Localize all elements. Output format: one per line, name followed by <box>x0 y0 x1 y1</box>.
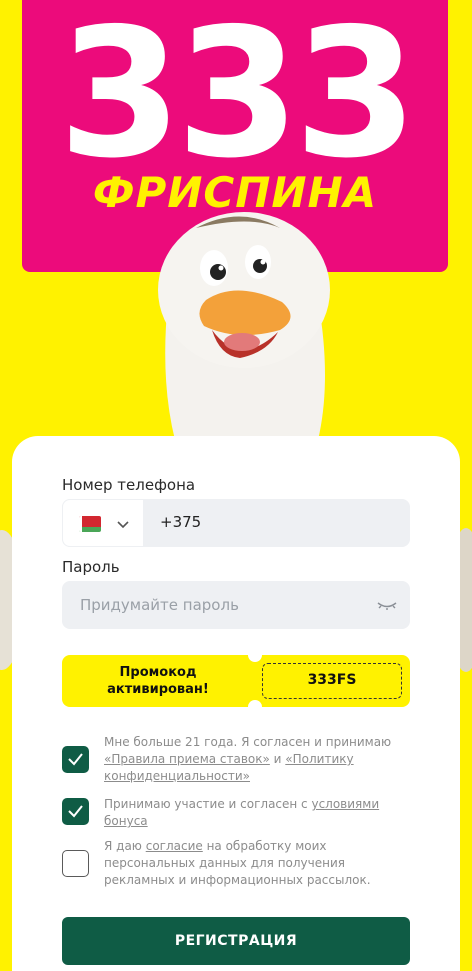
promo-code-ticket: Промокод активирован! 333FS <box>62 648 410 714</box>
password-field[interactable]: Придумайте пароль <box>62 581 410 629</box>
promo-code-value[interactable]: 333FS <box>262 663 402 699</box>
phone-field[interactable]: +375 <box>62 499 410 547</box>
phone-input[interactable]: +375 <box>160 513 201 531</box>
belarus-flag-icon <box>79 516 101 532</box>
country-select[interactable] <box>62 499 144 547</box>
promo-banner: 333 ФРИСПИНА <box>0 0 472 460</box>
registration-form: Номер телефона +375 Пароль Придумайте па… <box>12 436 460 971</box>
bonus-terms-text: Принимаю участие и согласен с условиями … <box>104 797 380 828</box>
password-input[interactable]: Придумайте пароль <box>80 596 239 614</box>
age-terms-text: Мне больше 21 года. Я согласен и принима… <box>104 735 392 783</box>
consent-link[interactable]: согласие <box>146 839 203 853</box>
password-label: Пароль <box>62 558 120 576</box>
promo-board: 333 ФРИСПИНА <box>22 0 448 272</box>
betting-rules-link[interactable]: «Правила приема ставок» <box>104 752 270 766</box>
promo-status: Промокод активирован! <box>107 665 209 697</box>
marketing-consent-text: Я даю согласие на обработку моих персона… <box>104 839 371 887</box>
register-button[interactable]: РЕГИСТРАЦИЯ <box>62 917 410 965</box>
phone-label: Номер телефона <box>62 476 196 494</box>
marketing-consent-checkbox[interactable] <box>62 850 89 877</box>
eye-closed-icon[interactable] <box>376 597 398 613</box>
age-terms-checkbox[interactable] <box>62 746 89 773</box>
chevron-down-icon <box>117 521 129 529</box>
hero-title: ФРИСПИНА <box>92 168 378 217</box>
hero-number: 333 <box>58 0 418 197</box>
bonus-terms-checkbox[interactable] <box>62 798 89 825</box>
